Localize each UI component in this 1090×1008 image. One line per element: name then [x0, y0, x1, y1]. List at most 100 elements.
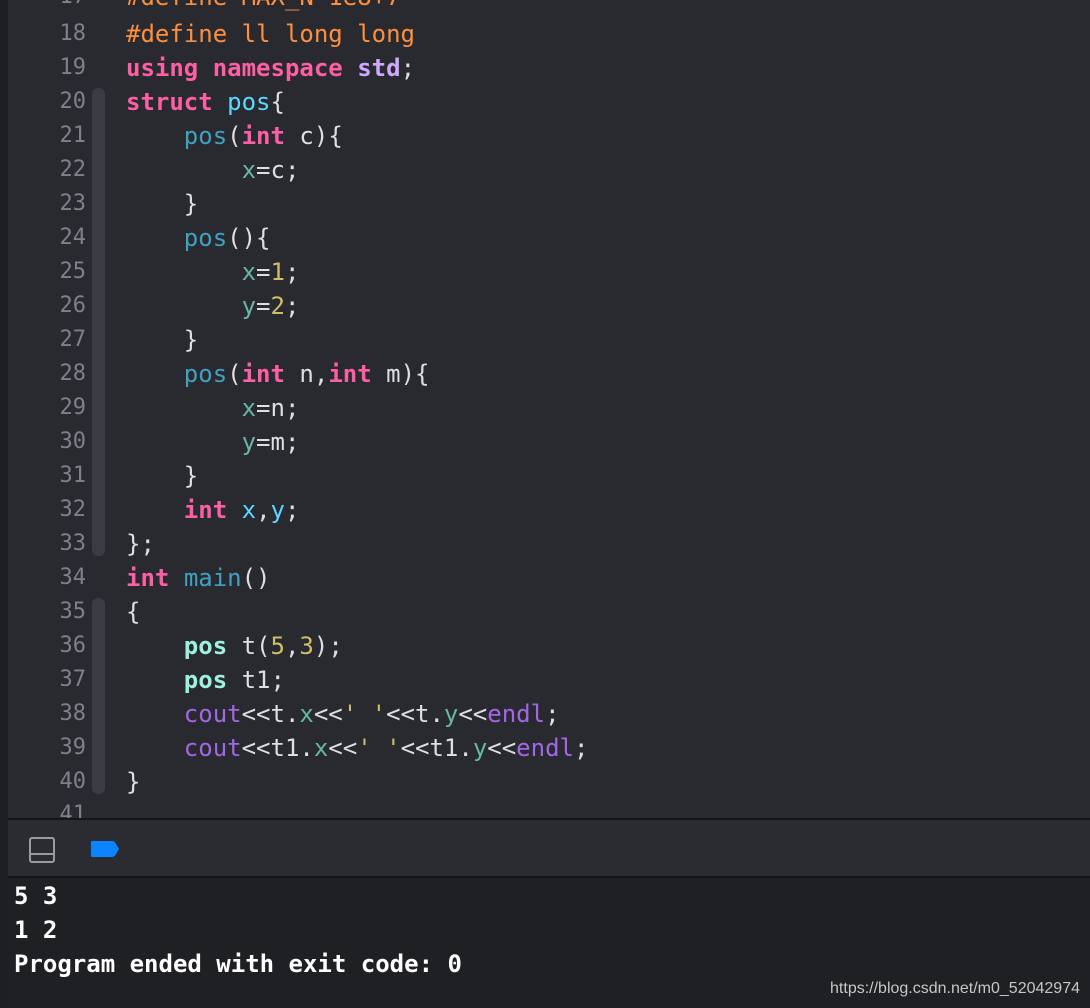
code-text: pos(int n,int m){	[126, 360, 430, 388]
code-text: y=2;	[126, 294, 300, 318]
code-token: 1	[270, 258, 285, 286]
code-line: 33};	[8, 527, 1090, 561]
line-number: 33	[59, 531, 87, 556]
line-number: 24	[59, 225, 87, 250]
code-token: endl	[516, 734, 574, 762]
line-number: 21	[59, 123, 87, 148]
line-number: 31	[59, 463, 87, 488]
code-text: cout<<t1.x<<' '<<t1.y<<endl;	[126, 734, 589, 762]
code-line: 36 pos t(5,3);	[8, 629, 1090, 663]
code-token: }	[126, 190, 199, 218]
code-token: m){	[371, 360, 430, 388]
code-text: }	[126, 192, 198, 216]
code-line: 19 using namespace std;	[8, 51, 1090, 85]
code-text: struct pos{	[126, 90, 285, 114]
line-number: 41	[59, 802, 87, 819]
code-line: 22 x=c;	[8, 153, 1090, 187]
code-text: {	[126, 600, 140, 624]
line-number: 34	[59, 565, 87, 590]
code-token: <<	[487, 734, 517, 762]
code-text: }	[126, 464, 198, 488]
code-editor[interactable]: 17 #define MAX_N 1e8+7 18 #define ll long…	[8, 0, 1090, 818]
code-token: }	[126, 768, 141, 796]
code-token: ()	[241, 564, 271, 592]
code-token: int	[126, 564, 170, 592]
code-token: <<	[328, 734, 358, 762]
code-token: struct	[126, 88, 213, 116]
code-token: <<	[313, 700, 343, 728]
line-number: 18	[59, 21, 87, 46]
code-token: int	[328, 360, 372, 388]
code-text: cout<<t.x<<' '<<t.y<<endl;	[126, 702, 560, 726]
code-text: int main()	[126, 566, 271, 590]
code-line: 30 y=m;	[8, 425, 1090, 459]
code-text: pos(){	[126, 226, 271, 250]
code-token: ,	[256, 496, 271, 524]
line-number: 20	[59, 89, 87, 114]
code-token: using	[126, 54, 199, 82]
code-token: ;	[284, 496, 300, 524]
code-text: pos(int c){	[126, 124, 343, 148]
code-token: x	[241, 258, 257, 286]
code-token: std	[357, 54, 401, 82]
code-token: ,	[284, 632, 300, 660]
line-number: 37	[59, 667, 87, 692]
code-token: namespace	[212, 54, 343, 82]
line-number: 28	[59, 361, 87, 386]
code-token: );	[313, 632, 343, 660]
line-number: 22	[59, 157, 87, 182]
code-token: 5	[270, 632, 285, 660]
code-token: x	[241, 156, 257, 184]
code-token: <<t1.	[400, 734, 473, 762]
code-text: pos t1;	[126, 668, 285, 692]
code-line: 21 pos(int c){	[8, 119, 1090, 153]
code-token: ;	[573, 734, 589, 762]
code-line: 29 x=n;	[8, 391, 1090, 425]
code-token: int	[241, 360, 285, 388]
breakpoint-icon[interactable]	[90, 840, 120, 858]
code-token: =c;	[256, 156, 300, 184]
line-number: 32	[59, 497, 87, 522]
line-number: 27	[59, 327, 87, 352]
code-text: }	[126, 770, 140, 794]
line-number: 40	[59, 769, 87, 794]
code-token: =	[256, 258, 271, 286]
code-token: y	[241, 428, 257, 456]
code-token: int	[183, 496, 228, 524]
code-token: <<t.	[386, 700, 444, 728]
code-text: x=n;	[126, 394, 300, 422]
code-token: int	[241, 122, 285, 150]
code-text: #define MAX_N 1e8+7	[126, 0, 401, 9]
code-text: x=c;	[126, 156, 300, 184]
bottom-panel-icon[interactable]	[29, 837, 55, 863]
watermark: https://blog.csdn.net/m0_52042974	[830, 980, 1080, 997]
code-line: 37 pos t1;	[8, 663, 1090, 697]
console-output[interactable]: 5 3 1 2 Program ended with exit code: 0 …	[8, 878, 1090, 1008]
code-line: 23 }	[8, 187, 1090, 221]
code-line: 40}	[8, 765, 1090, 799]
code-text: #define ll long long	[126, 22, 415, 46]
code-token: };	[126, 530, 155, 558]
xcode-window: 17 #define MAX_N 1e8+7 18 #define ll long…	[0, 0, 1090, 1008]
code-line: 26 y=2;	[8, 289, 1090, 323]
code-token: t1;	[227, 666, 285, 694]
line-number: 36	[59, 633, 87, 658]
code-line: 25 x=1;	[8, 255, 1090, 289]
code-line: 24 pos(){	[8, 221, 1090, 255]
code-line: 20 struct pos{	[8, 85, 1090, 119]
code-text: }	[126, 328, 198, 352]
console-line-3: Program ended with exit code: 0	[14, 950, 462, 978]
code-token: ' '	[357, 734, 401, 762]
line-number: 30	[59, 429, 87, 454]
line-number: 39	[59, 735, 87, 760]
